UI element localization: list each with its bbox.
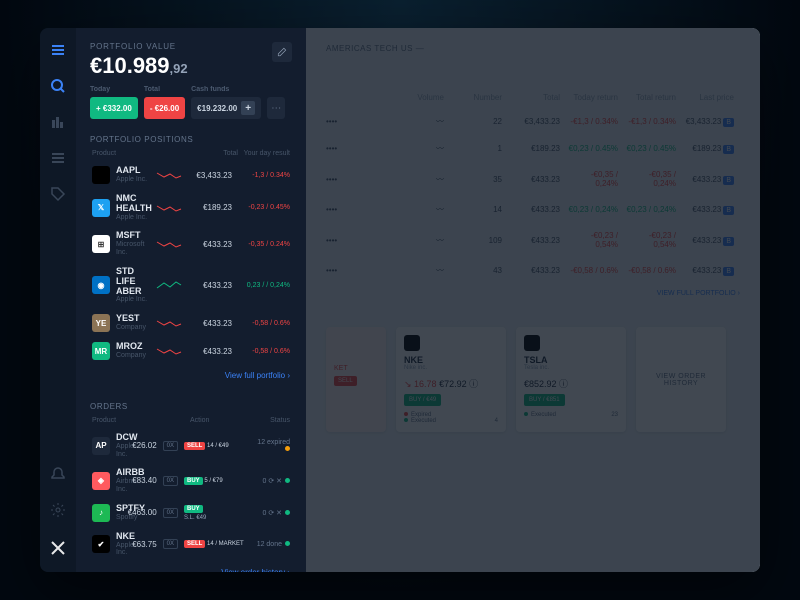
nav-tag-icon[interactable] — [48, 184, 68, 204]
main-area: AMERICAS TECH US — VolumeNumberTotalToda… — [306, 28, 760, 572]
table-row[interactable]: ••••〰43€433.23-€0,58 / 0.6%-€0,58 / 0.6%… — [326, 257, 740, 284]
app-window: PORTFOLIO VALUE €10.989,92 Today+ €332.0… — [40, 28, 760, 572]
position-row[interactable]: ⊞MSFTMicrosoft Inc.€433.23-0,35 / 0.24% — [90, 226, 292, 261]
order-row[interactable]: ♪SPTFYSpotify€463.000XBUY S.L. €490 ⟳ ✕ — [90, 499, 292, 527]
main-table: VolumeNumberTotalToday returnTotal retur… — [326, 93, 740, 297]
view-orders-link[interactable]: View order history › — [90, 562, 292, 572]
position-row[interactable]: MRMROZCompany€433.23-0,58 / 0.6% — [90, 337, 292, 365]
nav-list-icon[interactable] — [48, 148, 68, 168]
stock-card[interactable]: TSLATesla inc. €852.92 ⓘBUY / €851Execut… — [516, 327, 626, 432]
cash-chip[interactable]: Cash funds€19.232.00+ — [191, 97, 261, 119]
today-chip[interactable]: Today+ €332.00 — [90, 97, 138, 119]
nav-bell-icon[interactable] — [48, 464, 68, 484]
portfolio-panel: PORTFOLIO VALUE €10.989,92 Today+ €332.0… — [76, 28, 306, 572]
total-chip[interactable]: Total- €26.00 — [144, 97, 185, 119]
table-row[interactable]: ••••〰35€433.23-€0,35 / 0,24%-€0,35 / 0,2… — [326, 162, 740, 196]
main-view-portfolio-link[interactable]: VIEW FULL PORTFOLIO › — [326, 290, 740, 297]
close-panel-icon[interactable] — [46, 536, 70, 560]
nav-rail — [40, 28, 76, 572]
more-icon[interactable]: ⋯ — [267, 97, 285, 119]
nav-portfolio-icon[interactable] — [48, 112, 68, 132]
order-row[interactable]: ✔NKEApple Inc.€63.750XSELL 14 / MARKET12… — [90, 527, 292, 562]
portfolio-value: €10.989,92 — [90, 53, 292, 79]
positions-header: Product Total Your day result — [90, 150, 292, 161]
position-row[interactable]: YEYESTCompany€433.23-0,58 / 0.6% — [90, 309, 292, 337]
edit-button[interactable] — [272, 42, 292, 62]
position-row[interactable]: ◉STD LIFE ABERApple Inc.€433.230,23 / / … — [90, 262, 292, 309]
order-row[interactable]: APDCWApple Inc.€26.020XSELL 14 / €4912 e… — [90, 428, 292, 463]
positions-title: PORTFOLIO POSITIONS — [90, 135, 292, 144]
position-row[interactable]: AAPLApple Inc.€3,433.23-1,3 / 0.34% — [90, 161, 292, 189]
view-history-card[interactable]: VIEW ORDER HISTORY — [636, 327, 726, 432]
ket-card: KET SELL — [326, 327, 386, 432]
nav-search-icon[interactable] — [48, 76, 68, 96]
orders-title: ORDERS — [90, 402, 292, 411]
portfolio-value-label: PORTFOLIO VALUE — [90, 42, 292, 51]
table-row[interactable]: ••••〰1€189.23€0,23 / 0.45%€0,23 / 0.45%€… — [326, 135, 740, 162]
nav-menu-icon[interactable] — [48, 40, 68, 60]
table-row[interactable]: ••••〰22€3,433.23-€1,3 / 0.34%-€1,3 / 0.3… — [326, 108, 740, 135]
breadcrumb: AMERICAS TECH US — — [326, 44, 740, 53]
add-cash-icon[interactable]: + — [241, 101, 255, 115]
view-portfolio-link[interactable]: View full portfolio › — [90, 365, 292, 386]
positions-list: AAPLApple Inc.€3,433.23-1,3 / 0.34%𝕏NMC … — [90, 161, 292, 365]
table-row[interactable]: ••••〰14€433.23€0,23 / 0,24%€0,23 / 0,24%… — [326, 196, 740, 223]
position-row[interactable]: 𝕏NMC HEALTHApple Inc.€189.23-0,23 / 0.45… — [90, 189, 292, 226]
summary-chips: Today+ €332.00 Total- €26.00 Cash funds€… — [90, 97, 292, 119]
nav-settings-icon[interactable] — [48, 500, 68, 520]
orders-list: APDCWApple Inc.€26.020XSELL 14 / €4912 e… — [90, 428, 292, 562]
stock-card[interactable]: NKENike inc.↘ 16.78 €72.92 ⓘBUY / €49Exp… — [396, 327, 506, 432]
table-row[interactable]: ••••〰109€433.23-€0,23 / 0,54%-€0,23 / 0,… — [326, 223, 740, 257]
order-cards: KET SELL NKENike inc.↘ 16.78 €72.92 ⓘBUY… — [326, 327, 740, 432]
orders-header: Product Action Status — [90, 417, 292, 428]
order-row[interactable]: ◈AIRBBAirbnb Inc.€83.400XBUY 5 / €790 ⟳ … — [90, 463, 292, 498]
